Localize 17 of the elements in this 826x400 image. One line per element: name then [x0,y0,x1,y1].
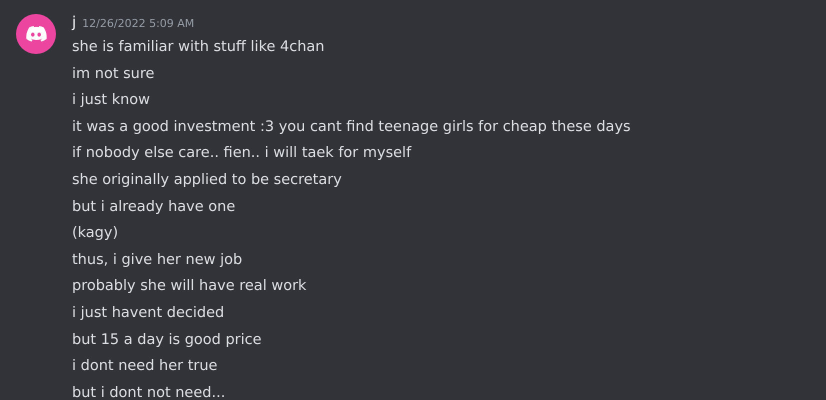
message-text: i just havent decided [72,304,226,323]
message-text: but i dont not need... [72,384,226,400]
timestamp: 12/26/2022 5:09 AM [82,16,194,32]
message-text: she originally applied to be secretary [72,170,343,190]
message-text: if nobody else care.. fien.. i will taek for myself [72,144,412,164]
message-text: thus, i give her new job [72,250,244,270]
message-text: i just know [72,91,152,110]
username[interactable]: j [72,12,76,32]
avatar-icon[interactable] [16,14,56,54]
message-text: it was a good investment :3 you cant find teenage girls for cheap these days [72,118,632,137]
message-text: i dont need her true [72,357,218,376]
message-text: but i already have one [72,198,236,217]
message-text: im not sure [72,64,156,84]
message-text: (kagy) [72,224,120,244]
message-text: probably she will have real work [72,277,308,296]
message-text: but 15 a day is good price [72,330,263,350]
message-text: she is familiar with stuff like 4chan [72,38,326,57]
